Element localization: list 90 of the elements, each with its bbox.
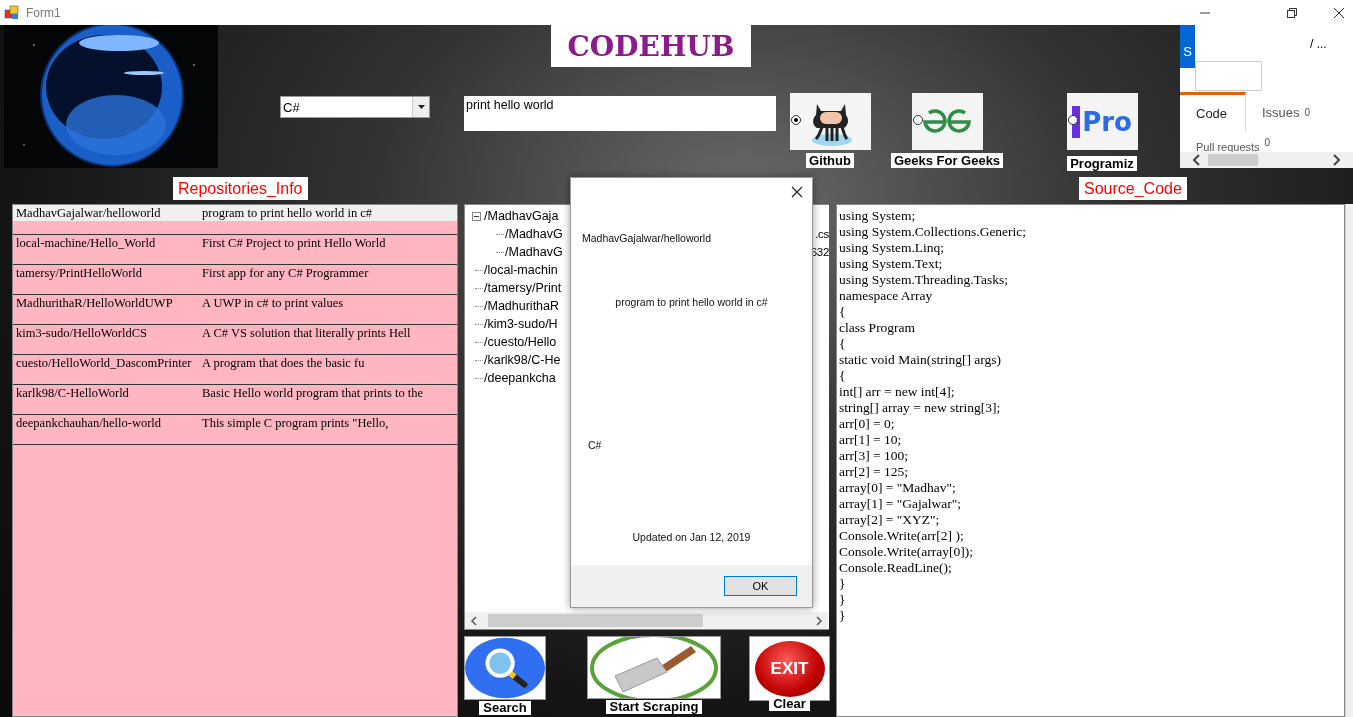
app-icon — [4, 4, 20, 21]
tree-item[interactable]: /tamersy/Print — [484, 281, 562, 295]
repo-tab[interactable]: Code — [1180, 92, 1246, 132]
repository-row[interactable]: MadhavGajalwar/helloworld program to print hello world in c# — [13, 205, 457, 221]
repository-name: MadhavGajalwar/helloworld — [582, 232, 711, 244]
vertical-scrollbar[interactable] — [1345, 204, 1353, 717]
scrape-button[interactable] — [587, 636, 721, 699]
search-icon — [465, 637, 545, 699]
code-line: { — [839, 336, 847, 352]
code-line: namespace Array — [839, 288, 934, 304]
horizontal-scrollbar[interactable] — [465, 612, 828, 629]
code-line: Console.ReadLine(); — [839, 560, 953, 576]
app-title: CODEHUB — [551, 25, 751, 67]
code-line: { — [839, 304, 847, 320]
repository-row[interactable]: MadhurithaR/HelloWorldUWP A UWP in c# to print values — [13, 295, 457, 311]
search-field[interactable]: print hello world — [464, 96, 776, 131]
repository-row[interactable]: tamersy/PrintHelloWorld First app for any C# Programmer — [13, 265, 457, 281]
tree-item[interactable]: /deepankcha — [484, 371, 556, 385]
section-label: Source_Code — [1079, 177, 1187, 200]
code-line: using System.Text; — [839, 256, 944, 272]
code-line: int[] arr = new int[4]; — [839, 384, 956, 400]
close-icon[interactable] — [1333, 6, 1345, 19]
code-line: } — [839, 608, 847, 624]
updated-date: Updated on Jan 12, 2019 — [631, 531, 752, 543]
source-label: Geeks For Geeks — [890, 153, 1004, 168]
tree-item[interactable]: /karlk98/C-He — [484, 353, 561, 367]
code-line: } — [839, 592, 847, 608]
source-label: Github — [806, 153, 854, 168]
button-label: Search — [479, 701, 531, 715]
code-line: } — [839, 576, 847, 592]
tree-item[interactable]: /kim3-sudo/H — [484, 317, 558, 331]
scroll-right-icon[interactable] — [1331, 154, 1341, 166]
code-line: string[] array = new string[3]; — [839, 400, 1002, 416]
code-line: arr[2] = 125; — [839, 464, 910, 480]
close-icon[interactable] — [791, 186, 803, 198]
input-field[interactable] — [1195, 61, 1262, 91]
code-line: using System.Collections.Generic; — [839, 224, 1028, 240]
code-line: array[1] = "Gajalwar"; — [839, 496, 963, 512]
repository-row[interactable]: cuesto/HelloWorld_DascomPrinter A program that does the basic fu — [13, 355, 457, 371]
section-label: Repositories_Info — [173, 177, 308, 200]
search-button[interactable] — [464, 636, 546, 700]
repository-row[interactable]: local-machine/Hello_World First C# Project to print Hello World — [13, 235, 457, 251]
code-line: { — [839, 368, 847, 384]
scroll-right-icon[interactable] — [815, 615, 823, 626]
caret-icon — [417, 105, 425, 109]
repository-description: program to print hello world in c# — [614, 296, 769, 308]
code-line: using System.Linq; — [839, 240, 945, 256]
repository-language: C# — [588, 439, 602, 451]
scroll-left-icon[interactable] — [470, 615, 478, 626]
ok-button[interactable]: OK — [724, 576, 797, 596]
repository-row[interactable]: deepankchauhan/hello-world This simple C program prints "Hello, — [13, 415, 457, 431]
site-badge: S — [1180, 25, 1195, 68]
github-button[interactable] — [789, 93, 871, 150]
code-line: Console.Write(arr[2] ); — [839, 528, 965, 544]
code-line: arr[1] = 10; — [839, 432, 903, 448]
radio-button[interactable] — [912, 115, 923, 125]
code-line: static void Main(string[] args) — [839, 352, 1003, 368]
code-line: class Program — [839, 320, 917, 336]
code-line: using System.Threading.Tasks; — [839, 272, 1009, 288]
code-line: array[2] = "XYZ"; — [839, 512, 941, 528]
code-line: array[0] = "Madhav"; — [839, 480, 957, 496]
tree-item-end: .cs — [815, 228, 829, 240]
restore-icon[interactable] — [1286, 6, 1298, 19]
code-line: arr[0] = 0; — [839, 416, 896, 432]
code-line: using System; — [839, 208, 917, 224]
radio-button[interactable] — [790, 115, 801, 125]
collapse-icon[interactable] — [472, 211, 481, 221]
repository-row[interactable]: kim3-sudo/HelloWorldCS A C# VS solution that literally prints Hell — [13, 325, 457, 341]
radio-button[interactable] — [1067, 115, 1078, 125]
button-label: Start Scraping — [605, 700, 703, 714]
tree-item[interactable]: /MadhavGaja — [484, 209, 559, 223]
button-label: Clear — [769, 697, 810, 711]
source-label: Programiz — [1067, 156, 1137, 171]
scroll-left-icon[interactable] — [1192, 154, 1202, 166]
repository-row[interactable]: karlk98/C-HelloWorld Basic Hello world program that prints to the — [13, 385, 457, 401]
horizontal-scrollbar[interactable] — [1180, 152, 1353, 168]
window-title: Form1 — [26, 5, 61, 20]
repo-path: / ... — [1310, 37, 1327, 51]
tree-item[interactable]: /MadhavG — [505, 227, 563, 241]
code-line: arr[3] = 100; — [839, 448, 910, 464]
language-dropdown[interactable]: C# — [280, 96, 430, 118]
source-code-box[interactable] — [836, 204, 1345, 717]
tree-item[interactable]: /MadhurithaR — [484, 299, 560, 313]
programiz-button[interactable]: Pro — [1066, 93, 1138, 150]
scraper-icon — [589, 637, 719, 698]
code-line: Console.Write(array[0]); — [839, 544, 975, 560]
tree-item[interactable]: /cuesto/Hello — [484, 335, 557, 349]
tree-item[interactable]: /MadhavG — [505, 245, 563, 259]
tree-item[interactable]: /local-machin — [484, 263, 558, 277]
geeks-button[interactable] — [911, 93, 983, 150]
